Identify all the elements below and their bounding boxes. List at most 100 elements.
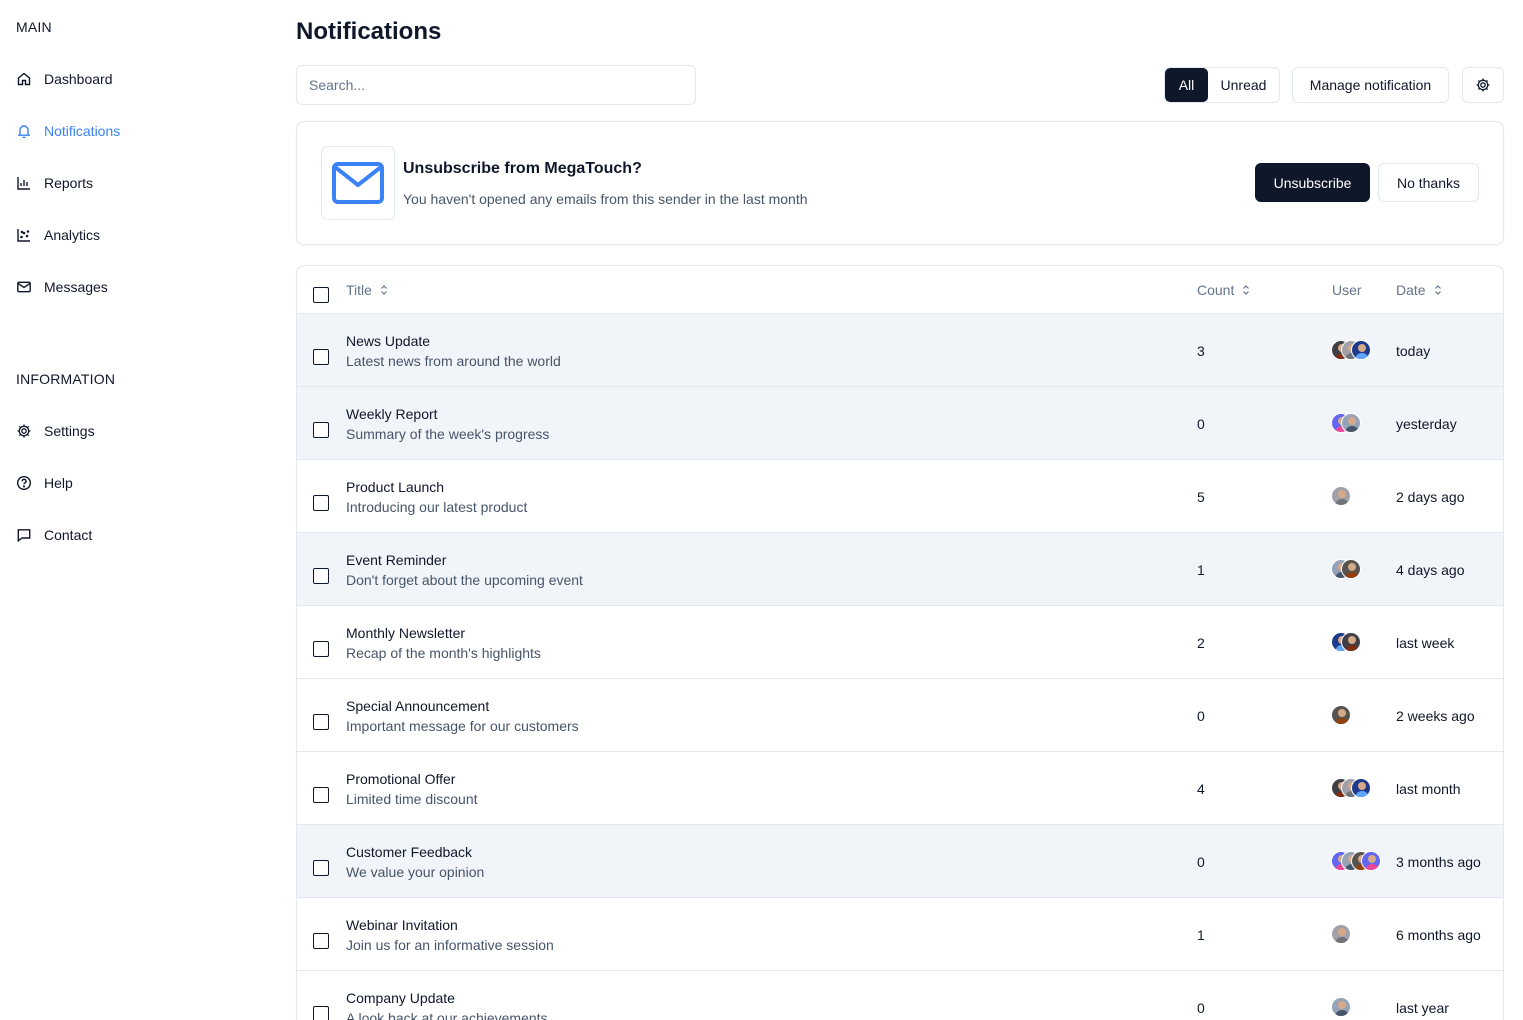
row-count: 0 <box>1197 854 1205 870</box>
row-checkbox[interactable] <box>313 1006 329 1020</box>
row-checkbox[interactable] <box>313 933 329 949</box>
column-header-user: User <box>1332 282 1362 298</box>
table-row[interactable]: Event Reminder Don't forget about the upc… <box>297 533 1503 606</box>
unsubscribe-button[interactable]: Unsubscribe <box>1255 163 1370 202</box>
row-date: 3 months ago <box>1396 854 1481 870</box>
sidebar-item-messages[interactable]: Messages <box>16 275 108 299</box>
avatar <box>1331 486 1351 506</box>
settings-button[interactable] <box>1462 67 1504 103</box>
table-header: Title Count User Date <box>297 266 1503 314</box>
row-checkbox[interactable] <box>313 641 329 657</box>
row-count: 0 <box>1197 708 1205 724</box>
row-checkbox[interactable] <box>313 422 329 438</box>
gear-icon <box>1475 77 1491 93</box>
row-description: A look back at our achievements <box>346 1010 548 1020</box>
table-row[interactable]: Customer Feedback We value your opinion 0 3… <box>297 825 1503 898</box>
avatar <box>1341 413 1361 433</box>
sidebar-item-label: Reports <box>44 175 94 191</box>
avatar <box>1331 997 1351 1017</box>
avatar <box>1361 851 1381 871</box>
no-thanks-button[interactable]: No thanks <box>1378 163 1479 202</box>
row-description: Join us for an informative session <box>346 937 554 953</box>
filter-all-button[interactable]: All <box>1165 68 1208 102</box>
row-checkbox[interactable] <box>313 714 329 730</box>
row-checkbox[interactable] <box>313 787 329 803</box>
manage-notification-button[interactable]: Manage notification <box>1292 67 1449 103</box>
filter-unread-button[interactable]: Unread <box>1208 68 1279 102</box>
column-count-label: Count <box>1197 282 1235 298</box>
table-row[interactable]: Webinar Invitation Join us for an informa… <box>297 898 1503 971</box>
section-label-information: INFORMATION <box>16 371 116 387</box>
row-date: last week <box>1396 635 1455 651</box>
page-title: Notifications <box>296 18 442 45</box>
sidebar-item-notifications[interactable]: Notifications <box>16 119 120 143</box>
row-count: 1 <box>1197 562 1205 578</box>
sidebar-item-contact[interactable]: Contact <box>16 523 92 547</box>
sort-icon <box>381 285 387 295</box>
avatar-group <box>1331 705 1351 725</box>
notifications-table: Title Count User Date News Update Latest … <box>296 265 1504 1020</box>
row-checkbox[interactable] <box>313 568 329 584</box>
column-date-label: Date <box>1396 282 1426 298</box>
avatar-group <box>1331 632 1361 652</box>
sidebar-item-settings[interactable]: Settings <box>16 419 95 443</box>
sidebar-item-label: Contact <box>44 527 93 543</box>
unsubscribe-card: Unsubscribe from MegaTouch? You haven't … <box>296 121 1504 245</box>
table-row[interactable]: Company Update A look back at our achieve… <box>297 971 1503 1020</box>
row-checkbox[interactable] <box>313 495 329 511</box>
sidebar: MAIN Dashboard Notifications Reports Ana… <box>0 0 280 1020</box>
sidebar-item-analytics[interactable]: Analytics <box>16 223 100 247</box>
table-row[interactable]: Special Announcement Important message fo… <box>297 679 1503 752</box>
row-description: Summary of the week's progress <box>346 426 550 442</box>
column-header-title[interactable]: Title <box>346 282 388 298</box>
row-title: Product Launch <box>346 479 445 495</box>
sidebar-item-reports[interactable]: Reports <box>16 171 93 195</box>
row-checkbox[interactable] <box>313 349 329 365</box>
search-input[interactable] <box>296 65 696 105</box>
row-title: Webinar Invitation <box>346 917 458 933</box>
avatar-group <box>1331 340 1371 360</box>
avatar-group <box>1331 851 1381 871</box>
column-header-count[interactable]: Count <box>1197 282 1250 298</box>
avatar-group <box>1331 486 1351 506</box>
sidebar-item-label: Analytics <box>44 227 101 243</box>
row-date: 2 days ago <box>1396 489 1465 505</box>
filter-toggle: All Unread <box>1164 67 1280 103</box>
avatar <box>1341 632 1361 652</box>
sort-icon <box>1434 285 1441 295</box>
row-title: Special Announcement <box>346 698 490 714</box>
sidebar-item-dashboard[interactable]: Dashboard <box>16 67 113 91</box>
avatar-group <box>1331 924 1351 944</box>
column-header-date[interactable]: Date <box>1396 282 1442 298</box>
row-title: Promotional Offer <box>346 771 456 787</box>
sidebar-item-help[interactable]: Help <box>16 471 73 495</box>
row-description: Recap of the month's highlights <box>346 645 541 661</box>
avatar <box>1331 924 1351 944</box>
row-date: last month <box>1396 781 1461 797</box>
sidebar-item-label: Settings <box>44 423 95 439</box>
section-label-main: MAIN <box>16 19 52 35</box>
sidebar-item-label: Help <box>44 475 73 491</box>
row-checkbox[interactable] <box>313 860 329 876</box>
row-title: News Update <box>346 333 431 349</box>
row-count: 5 <box>1197 489 1205 505</box>
row-date: 4 days ago <box>1396 562 1465 578</box>
gear-icon <box>16 423 32 439</box>
table-row[interactable]: Weekly Report Summary of the week's progr… <box>297 387 1503 460</box>
envelope-icon <box>321 146 395 220</box>
sidebar-item-label: Notifications <box>44 123 121 139</box>
table-row[interactable]: Product Launch Introducing our latest pro… <box>297 460 1503 533</box>
sidebar-item-label: Dashboard <box>44 71 113 87</box>
row-date: last year <box>1396 1000 1449 1016</box>
table-row[interactable]: Monthly Newsletter Recap of the month's h… <box>297 606 1503 679</box>
table-row[interactable]: Promotional Offer Limited time discount 4 l… <box>297 752 1503 825</box>
row-count: 3 <box>1197 343 1205 359</box>
table-row[interactable]: News Update Latest news from around the w… <box>297 314 1503 387</box>
row-title: Monthly Newsletter <box>346 625 466 641</box>
row-title: Event Reminder <box>346 552 447 568</box>
scatter-chart-icon <box>16 227 32 243</box>
sidebar-item-label: Messages <box>44 279 108 295</box>
select-all-checkbox[interactable] <box>313 287 329 303</box>
avatar-group <box>1331 997 1351 1017</box>
home-icon <box>16 71 32 87</box>
